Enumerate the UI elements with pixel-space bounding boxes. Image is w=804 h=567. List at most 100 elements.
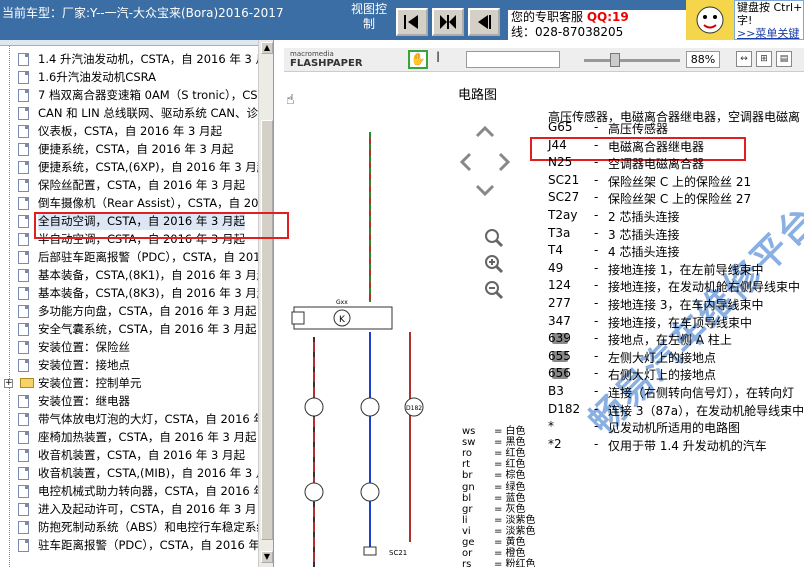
legend-dash: - (594, 313, 599, 328)
document-icon (18, 395, 29, 408)
last-page-button[interactable] (468, 8, 500, 36)
fit-page-button[interactable] (432, 8, 464, 36)
pan-up-icon[interactable] (475, 126, 495, 138)
tree-item[interactable]: 收音机装置，CSTA，自 2016 年 3 月起 (0, 446, 258, 464)
tree-item[interactable]: 安全气囊系统，CSTA，自 2016 年 3 月起 (0, 320, 258, 338)
legend-dash: - (594, 384, 599, 398)
legend-dash: - (594, 208, 599, 222)
document-icon (18, 269, 29, 282)
text-cursor-icon: I (436, 50, 441, 66)
tree-item[interactable]: 安装位置：保险丝 (0, 338, 258, 356)
document-icon (18, 287, 29, 300)
tree-folder-item[interactable]: + 安装位置：控制单元 (0, 374, 258, 392)
zoom-field[interactable]: 88% (686, 51, 720, 68)
fit-page-view-button[interactable]: ⊞ (756, 51, 772, 67)
scroll-down-arrow[interactable]: ▼ (261, 551, 273, 563)
tree-item[interactable]: 便捷系统，CSTA，自 2016 年 3 月起 (0, 140, 258, 158)
tree-item[interactable]: 驻车距离报警（PDC），CSTA，自 2016 年 (0, 536, 258, 554)
top-bar: 当前车型：厂家:Y--一汽-大众宝来(Bora)2016-2017 视图控制 您… (0, 0, 804, 40)
zoom-slider[interactable] (584, 53, 680, 67)
tree-item[interactable]: 后部驻车距离报警（PDC），CSTA，自 201 (0, 248, 258, 266)
mascot-icon (696, 6, 724, 34)
legend-dash: - (594, 278, 599, 293)
tree-item[interactable]: 收音机装置，CSTA,(MIB)，自 2016 年 3 月 (0, 464, 258, 482)
tree-item[interactable]: 电控机械式助力转向器，CSTA，自 2016 年 (0, 482, 258, 500)
legend-desc: 保险丝架 C 上的保险丝 27 (608, 192, 752, 207)
tree-item[interactable]: 安装位置：接地点 (0, 356, 258, 374)
legend-dash: - (594, 331, 599, 346)
zoom-in-icon[interactable] (485, 255, 504, 274)
fit-width-icon: ↔ (740, 54, 748, 64)
tree-item[interactable]: 基本装备，CSTA,(8K3)，自 2016 年 3 月起 (0, 284, 258, 302)
fuse-label: SC21 (389, 549, 407, 557)
tree-item[interactable]: CAN 和 LIN 总线联网、驱动系统 CAN、诊 (0, 104, 258, 122)
hint-link[interactable]: >>菜单关键 (737, 27, 803, 39)
fit-width-button[interactable]: ↔ (736, 51, 752, 67)
tree-item[interactable]: 防抱死制动系统（ABS）和电控行车稳定系统 (0, 518, 258, 536)
tree-item[interactable]: 倒车摄像机（Rear Assist），CSTA，自 20 (0, 194, 258, 212)
service-qq[interactable]: QQ:19 (587, 10, 629, 24)
tree-item[interactable]: 座椅加热装置，CSTA，自 2016 年 3 月起 (0, 428, 258, 446)
fit-page-icon (440, 15, 456, 29)
document-icon (18, 179, 29, 192)
document-icon (18, 161, 29, 174)
tree-item-label: 后部驻车距离报警（PDC），CSTA，自 201 (38, 250, 258, 264)
tree-item-label: 基本装备，CSTA,(8K1)，自 2016 年 3 月起 (38, 268, 258, 282)
tree-item[interactable]: 仪表板，CSTA，自 2016 年 3 月起 (0, 122, 258, 140)
flashpaper-logo: macromedia FLASHPAPER (290, 50, 380, 70)
text-cursor-tool[interactable]: I (436, 50, 440, 66)
tree-item[interactable]: 1.4 升汽油发动机，CSTA，自 2016 年 3 月 (0, 50, 258, 68)
hand-tool-button[interactable]: ✋ (408, 50, 428, 69)
legend-desc: 接地连接 1，在左前导线束中 (608, 262, 764, 277)
document-page: ☝ K Gxx D182 SC21 电路图 高压传感器，电磁离合器继电器，空调器… (284, 72, 804, 567)
expand-icon[interactable]: + (4, 379, 13, 388)
prev-page-icon (478, 15, 491, 29)
pan-down-icon[interactable] (475, 184, 495, 196)
document-icon (18, 539, 29, 552)
tree-item-label: 1.4 升汽油发动机，CSTA，自 2016 年 3 月 (38, 52, 258, 66)
zoom-out-icon[interactable] (485, 281, 504, 300)
legend-dash: - (594, 348, 599, 363)
first-page-button[interactable] (396, 8, 428, 36)
zoom-fit-icon[interactable] (485, 229, 504, 248)
document-icon (18, 521, 29, 534)
legend-desc: 电磁离合器继电器 (608, 139, 705, 154)
tree-item-label: 进入及起动许可，CSTA，自 2016 年 3 月 (38, 502, 257, 516)
tree-item[interactable]: 7 档双离合器变速箱 0AM（S tronic），CS (0, 86, 258, 104)
tree-item[interactable]: 便捷系统，CSTA,(6XP)，自 2016 年 3 月起 (0, 158, 258, 176)
tree-item[interactable]: 保险丝配置，CSTA，自 2016 年 3 月起 (0, 176, 258, 194)
zoom-slider-knob[interactable] (610, 53, 620, 67)
tree-item-label: 7 档双离合器变速箱 0AM（S tronic），CS (38, 88, 258, 102)
pan-right-icon[interactable] (498, 152, 510, 172)
view-mode-button[interactable]: ▤ (776, 51, 792, 67)
scroll-thumb[interactable] (261, 120, 273, 540)
legend-desc: 接地连接 3，在车内导线束中 (608, 298, 764, 312)
scroll-up-arrow[interactable]: ▲ (261, 42, 273, 54)
legend-dash: - (594, 243, 599, 258)
legend-desc: 连接 3（87a），在发动机舱导线束中 (608, 403, 804, 418)
legend-row: 656- 右侧大灯上的接地点 (548, 366, 716, 384)
hand-icon: ✋ (410, 52, 426, 66)
tree-item[interactable]: 安装位置：继电器 (0, 392, 258, 410)
legend-dash: - (594, 296, 599, 310)
tree-item-label: 带气体放电灯泡的大灯，CSTA，自 2016 年 (38, 412, 258, 426)
legend-desc: 接地点，在左侧 A 柱上 (608, 333, 732, 348)
shortcut-hint-box: 键盘按 Ctrl+ 字! >>菜单关键 (734, 0, 804, 40)
legend-desc: 接地连接，在车顶导线束中 (608, 315, 753, 330)
find-input[interactable] (466, 51, 560, 68)
tree-item[interactable]: 1.6升汽油发动机CSRA (0, 68, 258, 86)
document-icon (18, 359, 29, 372)
pan-left-icon[interactable] (460, 152, 472, 172)
tree-cut-row (0, 40, 258, 46)
pan-arrows[interactable] (460, 126, 510, 196)
tree-item[interactable]: 多功能方向盘，CSTA，自 2016 年 3 月起 (0, 302, 258, 320)
legend-desc: 接地连接，在发动机舱右侧导线束中 (608, 280, 801, 295)
tree-item[interactable]: 带气体放电灯泡的大灯，CSTA，自 2016 年 (0, 410, 258, 428)
tree-scrollbar[interactable]: ▲ ▼ (258, 40, 273, 567)
current-car-label: 当前车型：厂家:Y--一汽-大众宝来(Bora)2016-2017 (2, 6, 284, 20)
tree-item-label: 保险丝配置，CSTA，自 2016 年 3 月起 (38, 178, 246, 192)
tree-item[interactable]: 基本装备，CSTA,(8K1)，自 2016 年 3 月起 (0, 266, 258, 284)
legend-dash: - (594, 172, 599, 187)
zoom-controls[interactable] (484, 228, 504, 304)
tree-item[interactable]: 进入及起动许可，CSTA，自 2016 年 3 月 (0, 500, 258, 518)
